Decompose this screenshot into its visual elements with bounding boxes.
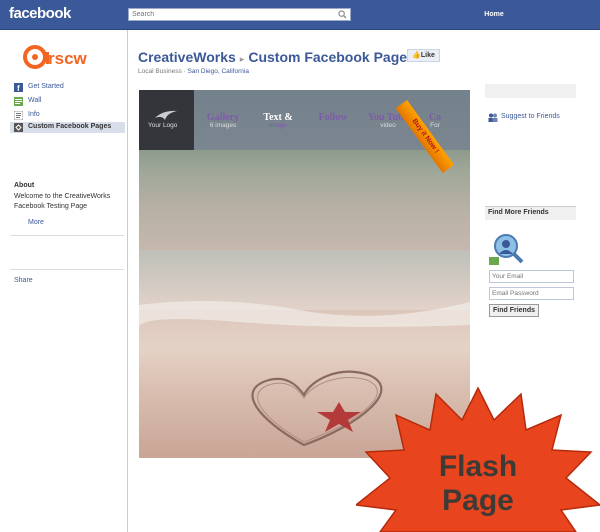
flash-logo-text: Your Logo: [148, 122, 178, 129]
svg-text:f: f: [17, 84, 20, 92]
bird-logo-icon: [155, 110, 177, 120]
password-input[interactable]: [492, 289, 570, 298]
svg-text:rscw: rscw: [48, 49, 88, 68]
left-sidebar: rscw f Get Started Wall Info Custom Face…: [0, 30, 128, 532]
flash-nav-gallery[interactable]: Gallery 6 images: [202, 112, 244, 129]
facebook-logo[interactable]: facebook: [9, 5, 71, 22]
page-name[interactable]: CreativeWorks: [138, 49, 236, 65]
like-button[interactable]: 👍Like: [407, 49, 440, 62]
sidebar-item-info[interactable]: Info: [10, 110, 125, 121]
email-field[interactable]: [489, 270, 574, 283]
page-subname: Custom Facebook Pages: [248, 49, 415, 65]
sidebar-item-label: Wall: [28, 97, 42, 104]
search-icon[interactable]: [338, 10, 347, 19]
flash-nav-text-image[interactable]: Text & image: [259, 112, 297, 129]
sidebar-item-label: Info: [28, 111, 40, 118]
like-label: Like: [420, 52, 435, 59]
divider: [10, 269, 124, 270]
wall-icon: [14, 97, 23, 106]
like-icon: 👍: [412, 52, 421, 59]
sidebar-item-label: Custom Facebook Pages: [28, 123, 112, 130]
breadcrumb-arrow-icon: ▸: [239, 54, 245, 64]
page-location[interactable]: San Diego, California: [188, 68, 249, 75]
info-icon: [14, 111, 23, 120]
search-box[interactable]: [128, 8, 351, 21]
email-input[interactable]: [492, 272, 570, 281]
flash-logo-box[interactable]: Your Logo: [139, 90, 194, 150]
suggest-to-friends[interactable]: Suggest to Friends: [488, 113, 578, 123]
friends-icon: [488, 113, 498, 122]
about-heading: About: [14, 182, 35, 189]
sidebar-item-wall[interactable]: Wall: [10, 96, 125, 107]
divider: [10, 235, 124, 236]
find-friends-button[interactable]: Find Friends: [489, 304, 539, 317]
flash-nav-follow[interactable]: Follow: [314, 112, 352, 123]
badge-line1: Flash: [439, 450, 517, 483]
find-friends-icon: [489, 234, 524, 265]
find-friends-heading: Find More Friends: [488, 209, 549, 216]
flash-page-badge: Flash Page: [356, 386, 600, 532]
suggest-label: Suggest to Friends: [501, 113, 560, 120]
badge-line2: Page: [442, 484, 514, 517]
sidebar-item-label: Get Started: [28, 83, 64, 90]
share-link[interactable]: Share: [14, 277, 33, 284]
pages-icon: [14, 123, 23, 132]
facebook-icon: f: [14, 83, 23, 92]
more-link[interactable]: More: [28, 219, 44, 226]
password-field[interactable]: [489, 287, 574, 300]
sidebar-item-custom-pages[interactable]: Custom Facebook Pages: [10, 122, 125, 133]
right-gray-bar: [485, 84, 576, 98]
page-title: CreativeWorks ▸ Custom Facebook Pages: [138, 49, 415, 65]
find-friends-header: Find More Friends: [485, 206, 576, 220]
page-subtitle: Local Business · San Diego, California: [138, 68, 249, 75]
rscw-logo[interactable]: rscw: [22, 44, 114, 70]
sidebar-item-get-started[interactable]: f Get Started: [10, 82, 125, 93]
page-category: Local Business: [138, 68, 182, 75]
search-input[interactable]: [132, 10, 332, 19]
about-text: Welcome to the CreativeWorks Facebook Te…: [14, 193, 111, 210]
